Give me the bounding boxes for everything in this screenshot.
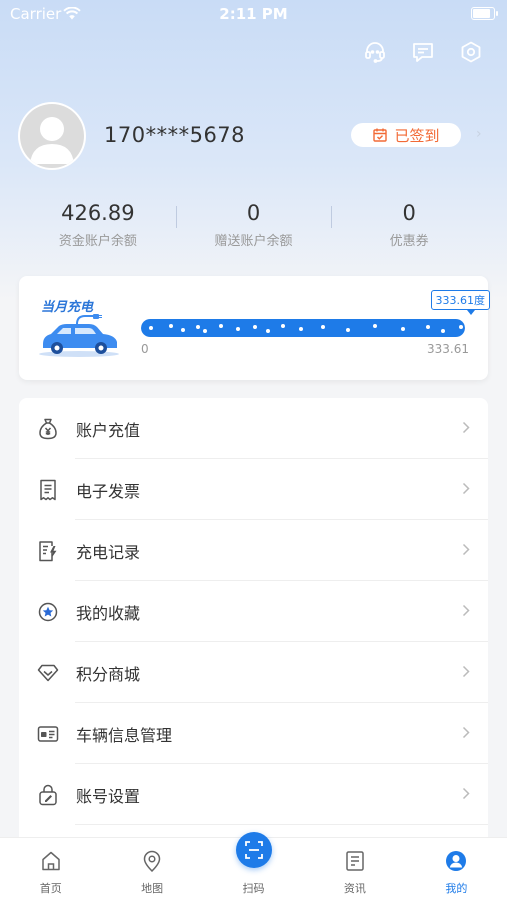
tab-label: 资讯: [343, 882, 366, 895]
progress-texture-dot: [236, 327, 240, 331]
tab-label: 扫码: [242, 882, 265, 895]
progress-texture-dot: [281, 324, 285, 328]
menu-item-vehicle-info[interactable]: 车辆信息管理: [19, 703, 488, 764]
menu-item-label: 积分商城: [76, 664, 141, 684]
settings-icon[interactable]: [457, 38, 485, 66]
stat-value: 0: [402, 201, 416, 225]
menu-item-label: 电子发票: [76, 481, 141, 501]
stat-label: 资金账户余额: [58, 234, 137, 249]
chevron-right-icon: [462, 480, 470, 499]
chevron-right-icon: [462, 724, 470, 743]
chevron-right-icon: [462, 663, 470, 682]
stat-gift-balance[interactable]: 0 赠送账户余额: [175, 200, 332, 252]
charge-progress-fill: [141, 319, 465, 337]
chevron-right-icon: [462, 541, 470, 560]
bottom-tab-bar: 首页 地图 扫码 资讯 我的: [0, 832, 507, 901]
progress-texture-dot: [169, 324, 173, 328]
progress-texture-dot: [299, 327, 303, 331]
progress-texture-dot: [426, 325, 430, 329]
electric-car-icon: [37, 314, 121, 362]
profile-icon: [445, 850, 467, 876]
receipt-icon: [37, 479, 59, 501]
tab-label: 我的: [445, 882, 468, 895]
calendar-check-icon: [373, 128, 388, 142]
stat-value: 426.89: [61, 201, 135, 225]
clock: 2:11 PM: [219, 5, 288, 23]
avatar[interactable]: [20, 104, 84, 168]
menu-item-label: 充电记录: [76, 542, 141, 562]
progress-texture-dot: [401, 327, 405, 331]
menu-item-recharge[interactable]: 账户充值: [19, 398, 488, 459]
progress-texture-dot: [321, 325, 325, 329]
star-icon: [37, 601, 59, 623]
message-icon[interactable]: [409, 38, 437, 66]
home-icon: [40, 850, 62, 876]
stat-value: 0: [246, 201, 261, 225]
stat-label: 优惠券: [389, 234, 429, 249]
news-icon: [344, 850, 366, 876]
menu-item-label: 账户充值: [76, 420, 141, 440]
account-settings-icon: [37, 784, 59, 806]
tab-label: 首页: [39, 882, 62, 895]
progress-texture-dot: [373, 324, 377, 328]
tab-map[interactable]: 地图: [101, 838, 202, 901]
menu-item-points-mall[interactable]: 积分商城: [19, 642, 488, 703]
tab-scan[interactable]: 扫码: [203, 832, 304, 901]
scan-icon: [235, 832, 272, 868]
menu-list: 账户充值 电子发票 充电记录 我的收藏 积分商城 车辆信息管理 账号设置: [19, 398, 488, 858]
progress-texture-dot: [459, 325, 463, 329]
menu-item-invoice[interactable]: 电子发票: [19, 459, 488, 520]
menu-item-favorites[interactable]: 我的收藏: [19, 581, 488, 642]
progress-min-label: 0: [141, 342, 149, 356]
battery-icon: [471, 7, 498, 20]
monthly-charge-title: 当月充电: [41, 300, 94, 315]
tab-label: 地图: [141, 882, 164, 895]
charge-record-icon: [37, 540, 59, 562]
charge-amount-tag: 333.61度: [430, 290, 490, 315]
progress-texture-dot: [181, 328, 185, 332]
chevron-right-icon: [462, 602, 470, 621]
progress-texture-dot: [346, 328, 350, 332]
progress-texture-dot: [219, 324, 223, 328]
progress-max-label: 333.61: [427, 342, 469, 356]
menu-item-account-settings[interactable]: 账号设置: [19, 764, 488, 825]
phone-number: 170****5678: [104, 123, 246, 147]
stat-fund-balance[interactable]: 426.89 资金账户余额: [20, 200, 176, 252]
progress-texture-dot: [441, 329, 445, 333]
progress-texture-dot: [203, 329, 207, 333]
stat-coupons[interactable]: 0 优惠券: [331, 200, 487, 252]
menu-item-label: 账号设置: [76, 786, 141, 806]
progress-texture-dot: [149, 326, 153, 330]
menu-item-label: 我的收藏: [76, 603, 141, 623]
profile-chevron-icon[interactable]: ›: [476, 126, 482, 142]
stat-label: 赠送账户余额: [214, 234, 293, 249]
money-bag-icon: [37, 418, 59, 440]
status-bar: Carrier 2:11 PM: [0, 0, 507, 28]
diamond-icon: [37, 662, 59, 684]
progress-texture-dot: [253, 325, 257, 329]
tab-home[interactable]: 首页: [0, 838, 101, 901]
tab-news[interactable]: 资讯: [304, 838, 405, 901]
checkin-label: 已签到: [394, 126, 440, 145]
tab-profile[interactable]: 我的: [406, 838, 507, 901]
map-pin-icon: [141, 850, 163, 876]
header-actions: [361, 38, 485, 66]
avatar-placeholder-icon: [20, 104, 84, 168]
vehicle-card-icon: [37, 723, 59, 745]
chevron-right-icon: [462, 419, 470, 438]
menu-item-label: 车辆信息管理: [76, 725, 173, 745]
account-stats: 426.89 资金账户余额 0 赠送账户余额 0 优惠券: [20, 200, 487, 252]
headset-icon[interactable]: [361, 38, 389, 66]
checkin-button[interactable]: 已签到: [351, 123, 461, 147]
chevron-right-icon: [462, 785, 470, 804]
progress-texture-dot: [196, 325, 200, 329]
charge-progress-bar: [141, 319, 465, 337]
progress-texture-dot: [266, 329, 270, 333]
menu-item-charge-records[interactable]: 充电记录: [19, 520, 488, 581]
monthly-charge-card[interactable]: 当月充电 333.61度 0 333.61: [19, 276, 490, 380]
